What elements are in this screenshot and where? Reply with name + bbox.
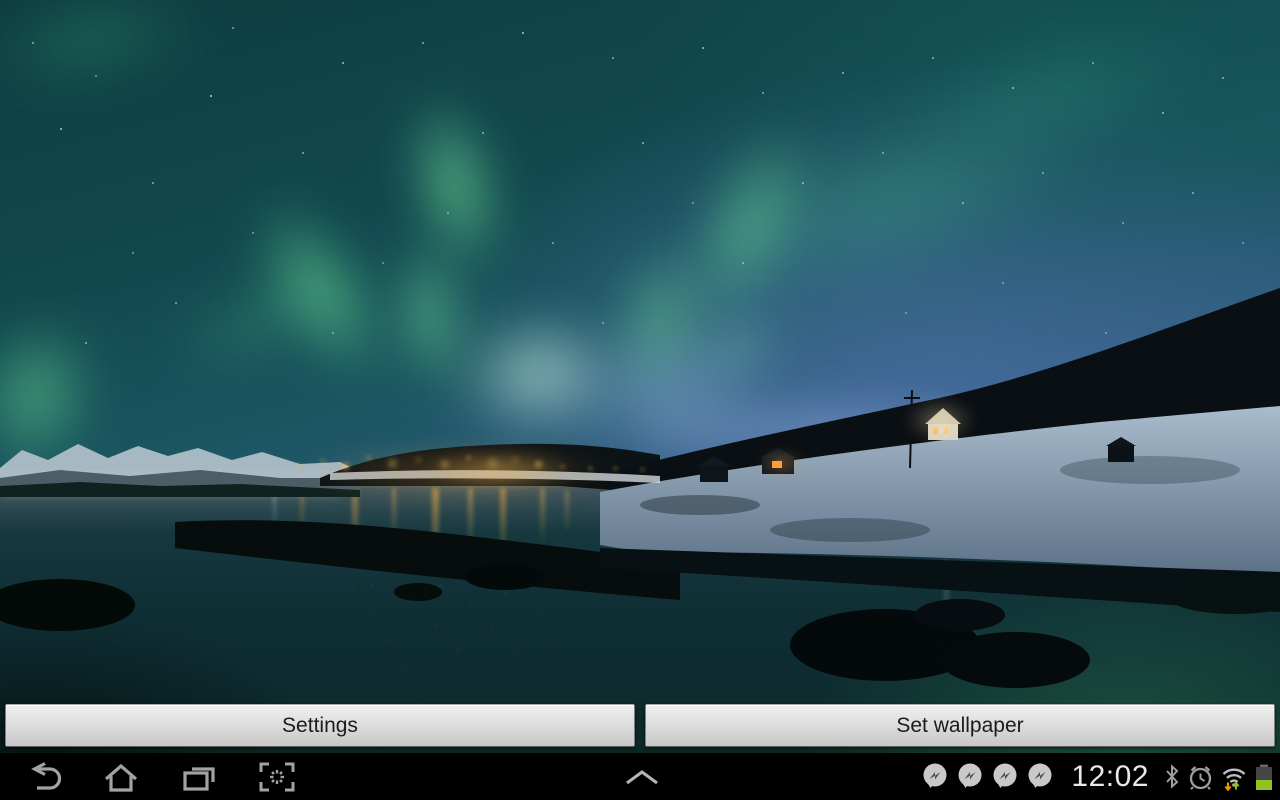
rock xyxy=(465,564,545,590)
status-clock: 12:02 xyxy=(1071,759,1149,793)
rock xyxy=(915,599,1005,631)
messenger-notification-icon xyxy=(958,763,982,788)
status-bar[interactable]: 12:02 xyxy=(921,753,1274,800)
terrain-graphic xyxy=(0,288,1280,688)
chevron-up-icon xyxy=(626,769,658,784)
set-wallpaper-button[interactable]: Set wallpaper xyxy=(645,704,1275,747)
wifi-traffic-icon xyxy=(1222,768,1246,791)
system-navigation-bar: 12:02 xyxy=(0,753,1280,800)
messenger-notification-icon xyxy=(1028,763,1052,788)
rock xyxy=(0,579,135,631)
water-sparkles xyxy=(0,0,1,1)
home-button[interactable] xyxy=(102,757,140,797)
wallpaper-action-bar: Settings Set wallpaper xyxy=(0,704,1280,748)
recent-apps-button[interactable] xyxy=(180,757,218,797)
nav-buttons xyxy=(24,753,296,800)
screen-capture-button[interactable] xyxy=(258,757,296,797)
settings-button[interactable]: Settings xyxy=(5,704,635,747)
recent-apps-icon xyxy=(183,766,215,791)
messenger-notification-icon xyxy=(923,763,947,788)
back-icon xyxy=(31,761,61,790)
mini-apps-tray-button[interactable] xyxy=(622,753,662,800)
screen-capture-icon xyxy=(259,762,295,791)
battery-icon xyxy=(1256,764,1272,790)
back-button[interactable] xyxy=(24,757,62,797)
android-tablet-screen: Settings Set wallpaper 12:02 xyxy=(0,0,1280,800)
cabin xyxy=(1108,446,1134,462)
wallpaper-preview xyxy=(0,0,1280,753)
rock xyxy=(940,632,1090,688)
rock xyxy=(394,583,442,601)
home-icon xyxy=(104,763,138,792)
cabin xyxy=(700,466,728,482)
house-light-glow xyxy=(895,395,985,445)
bluetooth-icon xyxy=(1166,764,1179,789)
cabin-light-glow xyxy=(752,448,812,478)
download-arrow xyxy=(1224,782,1232,791)
alarm-icon xyxy=(1189,765,1212,790)
messenger-notification-icon xyxy=(993,763,1017,788)
village-light-glow xyxy=(400,448,600,492)
upload-arrow xyxy=(1232,780,1240,789)
